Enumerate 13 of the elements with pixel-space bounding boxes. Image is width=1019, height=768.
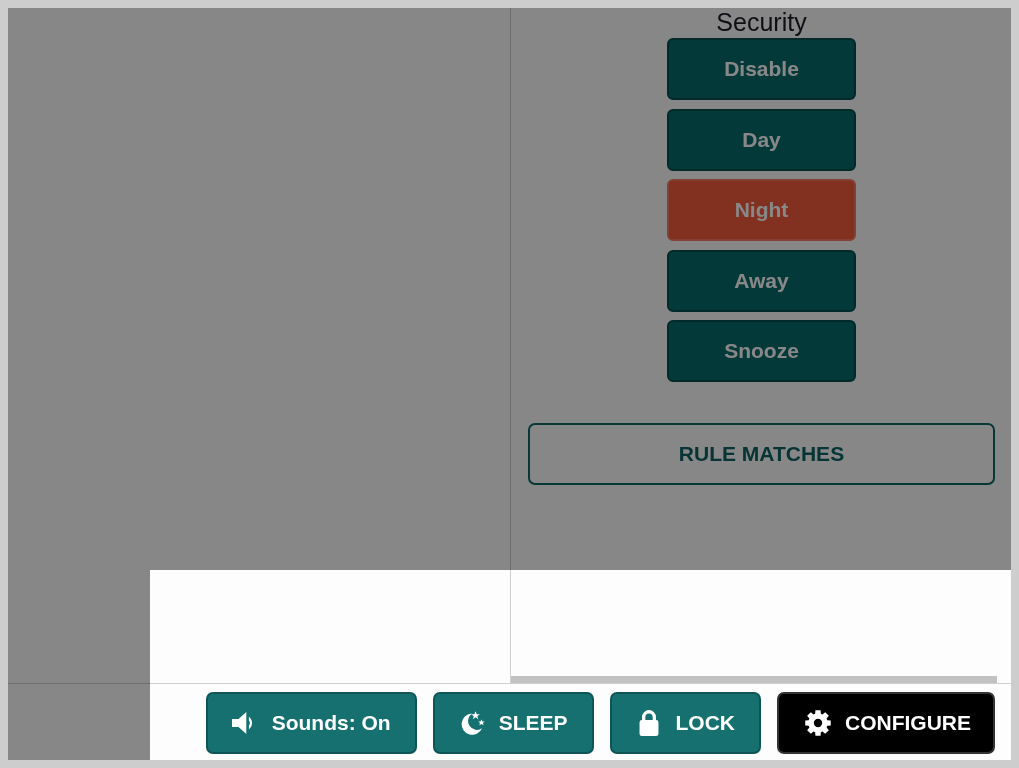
sleep-button[interactable]: SLEEP (432, 692, 594, 754)
mode-button[interactable]: Disable (667, 38, 856, 100)
settings-icon (805, 710, 831, 736)
mode-button[interactable]: Night (667, 179, 856, 241)
lock-button[interactable]: LOCK (609, 692, 761, 754)
horizontal-scrollbar[interactable] (511, 676, 997, 683)
sounds-button[interactable]: Sounds: On (205, 692, 417, 754)
configure-button[interactable]: CONFIGURE (777, 692, 995, 754)
mode-button[interactable]: Snooze (667, 320, 856, 382)
mode-button[interactable]: Day (667, 108, 856, 171)
mode-button[interactable]: Away (667, 249, 856, 312)
rule-matches-button[interactable]: RULE MATCHES (528, 423, 995, 485)
panel-heading: Security (716, 8, 807, 37)
